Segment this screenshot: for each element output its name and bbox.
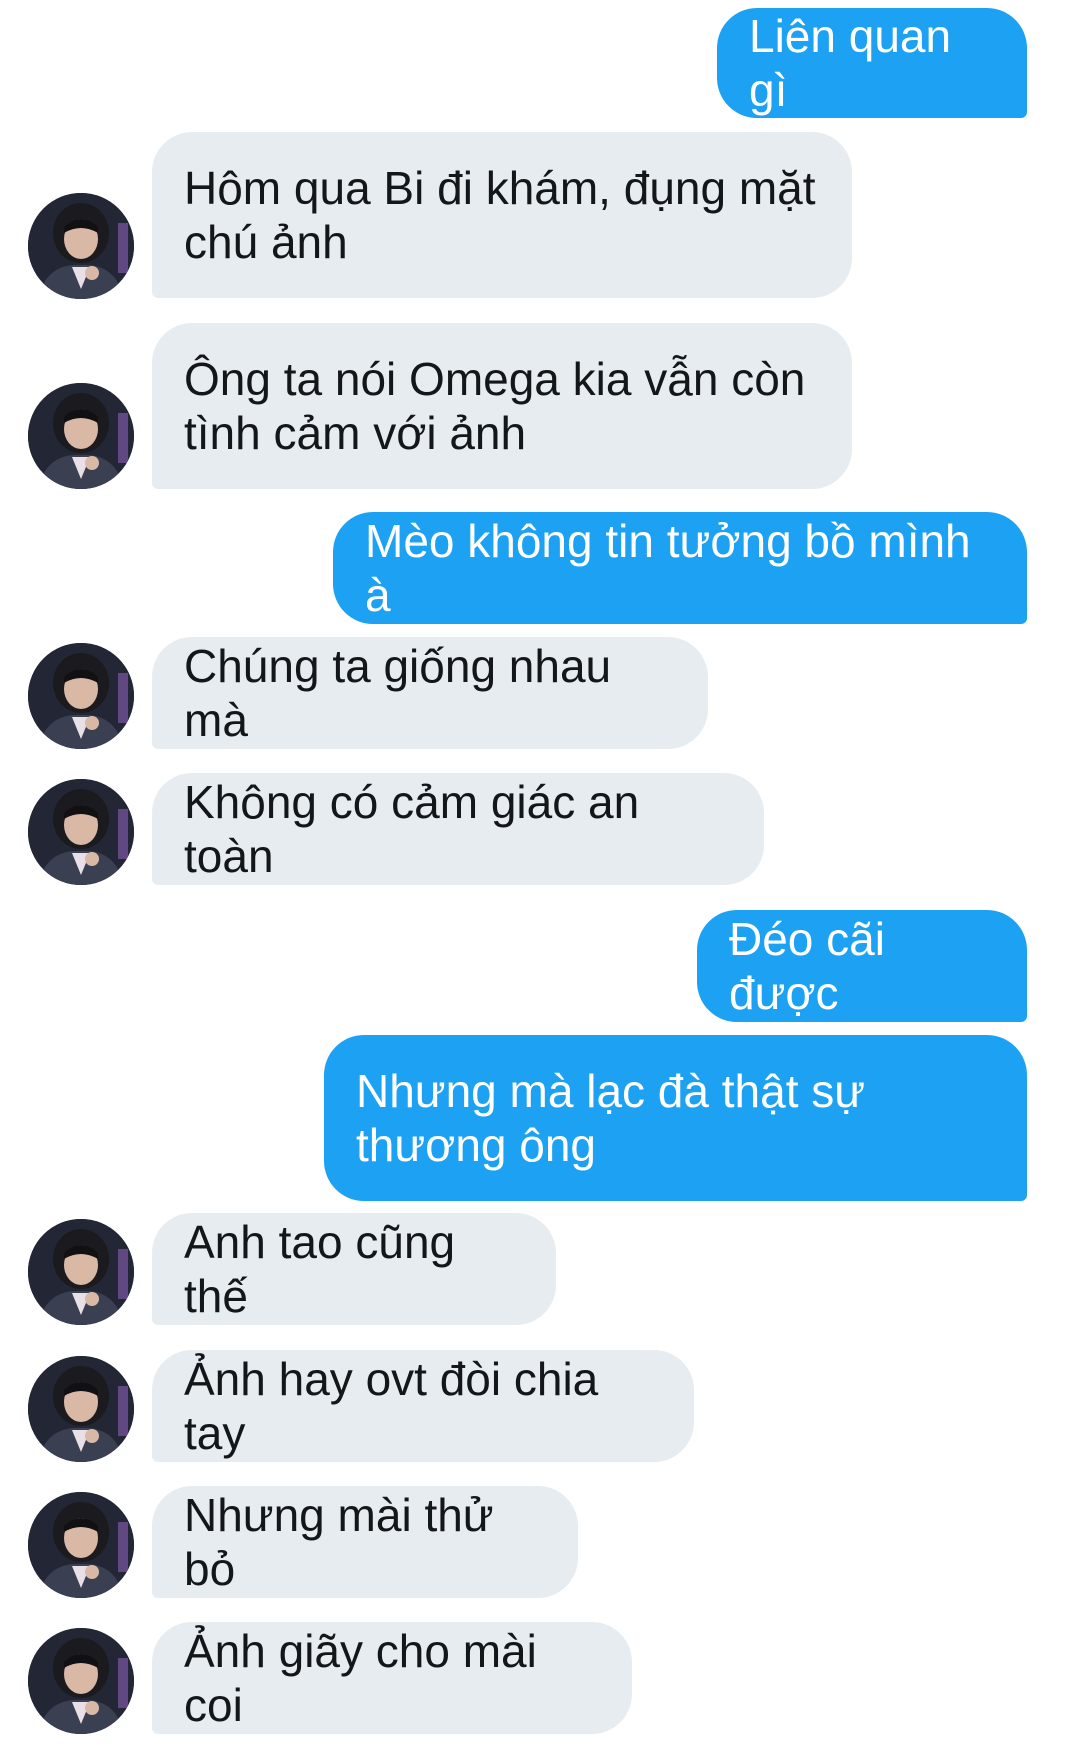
conversation-thread: Liên quan gì Hôm qua Bi đi khám, đụng mặ… bbox=[0, 0, 1071, 1761]
avatar-photo-icon bbox=[28, 383, 134, 489]
outgoing-message-bubble[interactable]: Mèo không tin tưởng bồ mình à bbox=[333, 512, 1027, 624]
avatar-photo-icon bbox=[28, 193, 134, 299]
avatar-photo-icon bbox=[28, 1628, 134, 1734]
contact-avatar[interactable] bbox=[28, 383, 134, 489]
outgoing-message-bubble[interactable]: Đéo cãi được bbox=[697, 910, 1027, 1022]
contact-avatar[interactable] bbox=[28, 1356, 134, 1462]
contact-avatar[interactable] bbox=[28, 643, 134, 749]
avatar-photo-icon bbox=[28, 643, 134, 749]
avatar-photo-icon bbox=[28, 1356, 134, 1462]
avatar-photo-icon bbox=[28, 1219, 134, 1325]
incoming-message-bubble[interactable]: Anh tao cũng thế bbox=[152, 1213, 556, 1325]
avatar-photo-icon bbox=[28, 779, 134, 885]
avatar-photo-icon bbox=[28, 1492, 134, 1598]
incoming-message-bubble[interactable]: Nhưng mài thử bỏ bbox=[152, 1486, 578, 1598]
contact-avatar[interactable] bbox=[28, 193, 134, 299]
incoming-message-bubble[interactable]: Hôm qua Bi đi khám, đụng mặt chú ảnh bbox=[152, 132, 852, 298]
incoming-message-bubble[interactable]: Chúng ta giống nhau mà bbox=[152, 637, 708, 749]
incoming-message-bubble[interactable]: Ảnh giãy cho mài coi bbox=[152, 1622, 632, 1734]
outgoing-message-bubble[interactable]: Liên quan gì bbox=[717, 8, 1027, 118]
incoming-message-bubble[interactable]: Ảnh hay ovt đòi chia tay bbox=[152, 1350, 694, 1462]
outgoing-message-bubble[interactable]: Nhưng mà lạc đà thật sự thương ông bbox=[324, 1035, 1027, 1201]
contact-avatar[interactable] bbox=[28, 1628, 134, 1734]
incoming-message-bubble[interactable]: Ông ta nói Omega kia vẫn còn tình cảm vớ… bbox=[152, 323, 852, 489]
contact-avatar[interactable] bbox=[28, 779, 134, 885]
contact-avatar[interactable] bbox=[28, 1492, 134, 1598]
contact-avatar[interactable] bbox=[28, 1219, 134, 1325]
incoming-message-bubble[interactable]: Không có cảm giác an toàn bbox=[152, 773, 764, 885]
